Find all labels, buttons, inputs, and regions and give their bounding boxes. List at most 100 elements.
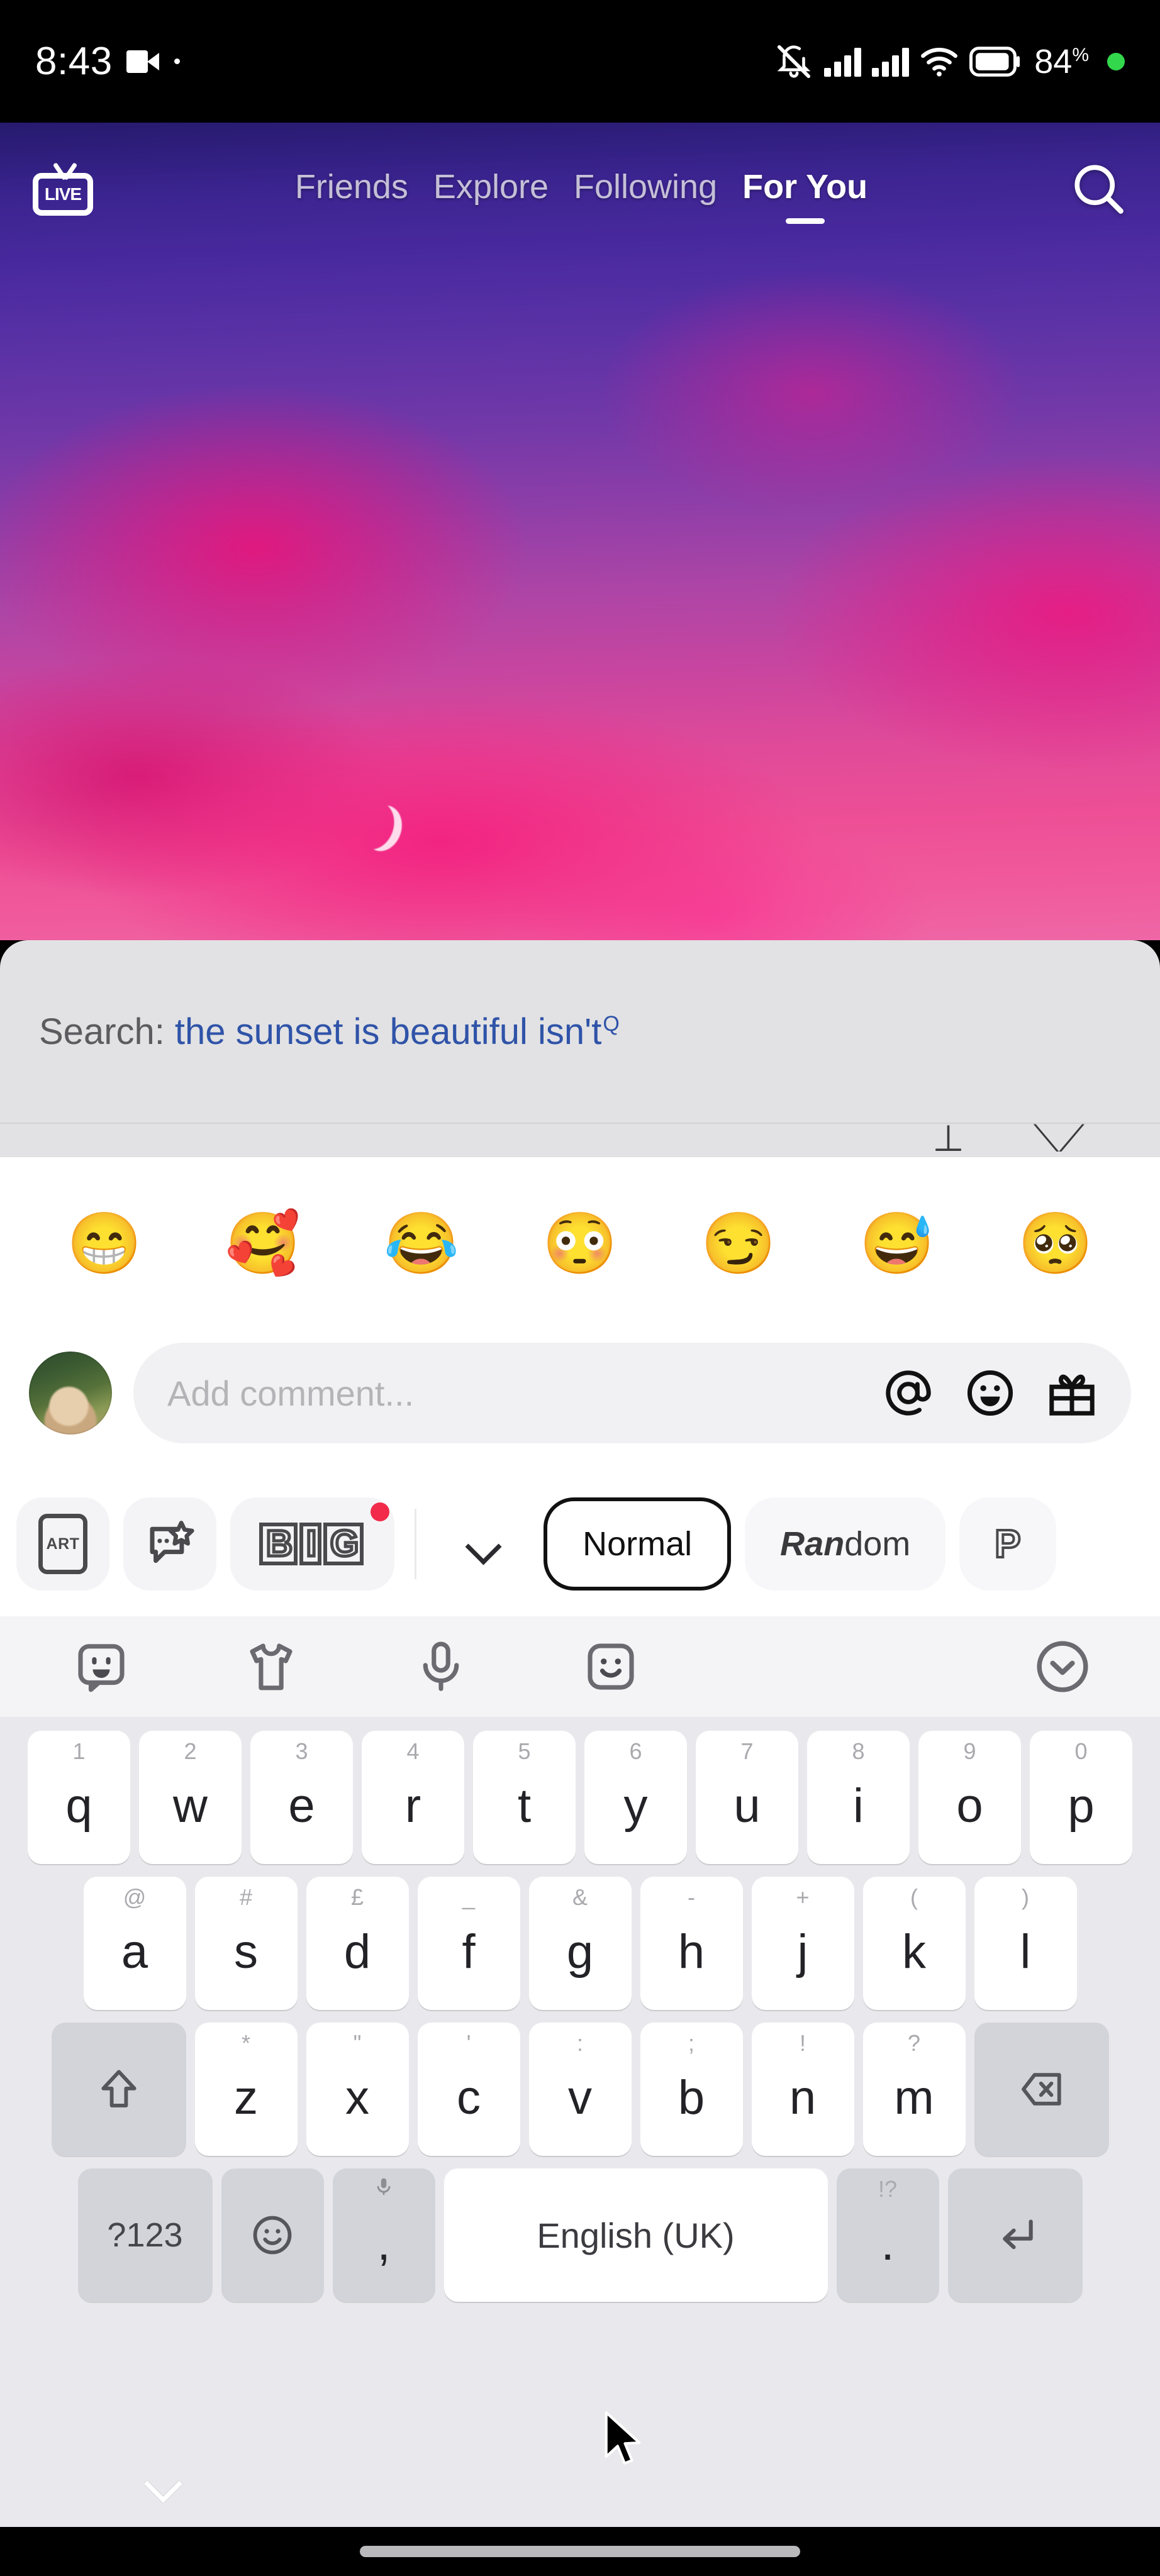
art-label: ART [38, 1514, 87, 1574]
grinning-face-with-sweat-emoji[interactable]: 😅 [859, 1213, 935, 1274]
style-option-random[interactable]: Ran dom [745, 1497, 946, 1591]
key-r[interactable]: 4r [362, 1731, 464, 1864]
spacebar-key[interactable]: English (UK) [443, 2168, 828, 2302]
top-navigation-bar: LIVE Friends Explore Following For You [0, 145, 1160, 233]
search-suggestion-item[interactable]: Search: the sunset is beautiful isn'tQ [0, 940, 1160, 1123]
live-tv-icon[interactable]: LIVE [33, 162, 93, 216]
style-option-p-partial[interactable]: P [959, 1497, 1056, 1591]
art-style-button[interactable]: ART [16, 1497, 109, 1591]
at-mention-icon[interactable] [882, 1367, 935, 1419]
avatar[interactable] [29, 1352, 112, 1435]
key-b[interactable]: ; b [640, 2023, 743, 2156]
chevron-down-icon [466, 1526, 501, 1562]
emoji-key[interactable] [221, 2168, 324, 2302]
key-p[interactable]: 0p [1030, 1731, 1132, 1864]
key-o[interactable]: 9o [918, 1731, 1021, 1864]
smiling-face-with-hearts-emoji[interactable]: 🥰 [225, 1213, 301, 1274]
backspace-icon [1021, 2073, 1061, 2106]
on-screen-keyboard: 1q 2w 3e 4r 5t 6y 7u 8i 9o 0p @ a # s £ d _… [0, 1616, 1160, 2514]
comma-label: , [377, 2216, 391, 2270]
keyboard-key-rows: 1q 2w 3e 4r 5t 6y 7u 8i 9o 0p @ a # s £ d _… [0, 1717, 1160, 2302]
period-alt-label: !? [878, 2176, 898, 2202]
tab-explore[interactable]: Explore [433, 167, 549, 210]
crescent-moon [359, 801, 408, 856]
tab-following[interactable]: Following [574, 167, 717, 210]
partial-glyph-right: ⟍⟋ [1033, 1124, 1085, 1157]
hide-keyboard-chevron-down-icon[interactable] [143, 2465, 187, 2509]
smiley-sticker-icon[interactable] [583, 1638, 639, 1695]
face-with-tears-of-joy-emoji[interactable]: 😂 [384, 1213, 459, 1274]
key-j[interactable]: + j [751, 1877, 854, 2010]
key-n[interactable]: ! n [751, 2023, 854, 2156]
key-e[interactable]: 3e [250, 1731, 353, 1864]
search-suggestion-query: the sunset is beautiful isn'tQ [175, 1011, 620, 1053]
keyboard-row-1: 1q 2w 3e 4r 5t 6y 7u 8i 9o 0p [5, 1731, 1155, 1864]
shift-arrow-icon [101, 2070, 137, 2107]
key-x[interactable]: " x [306, 2023, 409, 2156]
key-q[interactable]: 1q [28, 1731, 130, 1864]
key-f[interactable]: _ f [417, 1877, 520, 2010]
bell-muted-icon [777, 45, 811, 78]
live-badge: LIVE [33, 173, 93, 216]
smiley-face-icon[interactable] [964, 1367, 1017, 1419]
flushed-face-emoji[interactable]: 😳 [542, 1213, 618, 1274]
key-d[interactable]: £ d [306, 1877, 409, 2010]
key-l[interactable]: ) l [974, 1877, 1077, 2010]
key-a[interactable]: @ a [83, 1877, 186, 2010]
big-text-button[interactable]: BIG [230, 1497, 395, 1591]
search-icon[interactable] [1069, 160, 1127, 218]
pleading-face-emoji[interactable]: 🥺 [1018, 1213, 1093, 1274]
key-m[interactable]: ? m [862, 2023, 966, 2156]
comment-input-field[interactable]: Add comment... [133, 1343, 1131, 1443]
key-i[interactable]: 8i [807, 1731, 910, 1864]
battery-icon [969, 46, 1020, 77]
smirking-face-emoji[interactable]: 😏 [701, 1213, 776, 1274]
comment-style-toolbar: ART BIG Normal Ran dom P [0, 1472, 1160, 1616]
key-z[interactable]: * z [194, 2023, 298, 2156]
keyboard-row-4: ?123 , English (UK) !? . [5, 2168, 1155, 2302]
tshirt-icon[interactable] [243, 1638, 299, 1695]
keyboard-bottom-strip [0, 2451, 1160, 2527]
live-label: LIVE [44, 184, 82, 204]
key-h[interactable]: -h [640, 1877, 743, 2010]
shift-key[interactable] [51, 2023, 186, 2156]
key-g[interactable]: & g [528, 1877, 632, 2010]
feed-tabs: Friends Explore Following For You [93, 167, 1069, 210]
microphone-icon[interactable] [413, 1638, 469, 1695]
comment-input-bar: Add comment... [0, 1314, 1160, 1472]
tab-for-you[interactable]: For You [742, 167, 867, 210]
gift-icon[interactable] [1046, 1367, 1098, 1419]
key-w[interactable]: 2w [139, 1731, 242, 1864]
comma-key[interactable]: , [332, 2168, 435, 2302]
keyboard-row-2: @ a # s £ d _ f & g -h + j (k ) l [5, 1877, 1155, 2010]
expand-styles-button[interactable] [437, 1497, 530, 1591]
enter-key[interactable] [947, 2168, 1083, 2302]
key-y[interactable]: 6y [584, 1731, 687, 1864]
video-background[interactable] [0, 123, 1160, 940]
phone-screen: 8:43 84% LIVE Friends Explore Following … [0, 0, 1160, 2576]
emoji-sticker-icon[interactable] [73, 1638, 130, 1695]
search-suggestion-sheet: Search: the sunset is beautiful isn'tQ ⊥… [0, 940, 1160, 1157]
search-suggestion-item-partial[interactable]: ⊥ ⟍⟋ [0, 1124, 1160, 1157]
video-camera-icon [126, 49, 160, 74]
tab-friends[interactable]: Friends [295, 167, 408, 210]
period-key[interactable]: !? . [836, 2168, 939, 2302]
sticker-star-button[interactable] [123, 1497, 216, 1591]
comment-placeholder: Add comment... [167, 1373, 415, 1413]
backspace-key[interactable] [974, 2023, 1109, 2156]
style-p-label: P [993, 1521, 1022, 1567]
sticker-star-icon [150, 1521, 194, 1563]
key-t[interactable]: 5t [473, 1731, 576, 1864]
beaming-face-emoji[interactable]: 😁 [67, 1213, 142, 1274]
symbols-key[interactable]: ?123 [77, 2168, 213, 2302]
key-u[interactable]: 7u [696, 1731, 798, 1864]
key-s[interactable]: # s [194, 1877, 298, 2010]
home-gesture-pill[interactable] [360, 2546, 800, 2557]
wifi-icon [921, 47, 958, 77]
key-k[interactable]: (k [862, 1877, 966, 2010]
key-v[interactable]: :v [528, 2023, 632, 2156]
key-c[interactable]: ' c [417, 2023, 520, 2156]
style-option-normal[interactable]: Normal [544, 1497, 732, 1591]
chevron-down-circle-icon[interactable] [1033, 1637, 1092, 1696]
toolbar-divider [415, 1509, 417, 1579]
